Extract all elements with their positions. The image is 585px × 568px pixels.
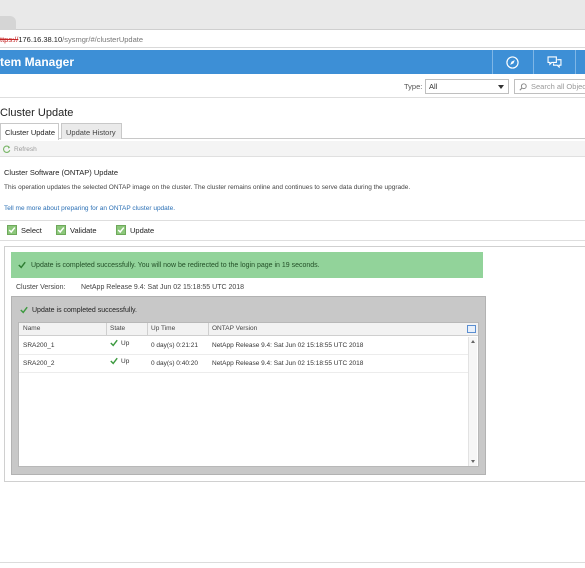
chat-icon [546, 56, 562, 68]
nodes-table: Name State Up Time ONTAP Version SRA200_… [18, 322, 479, 467]
inner-status: Update is completed successfully. [20, 306, 137, 314]
url-path: /sysmgr/#/clusterUpdate [62, 35, 144, 44]
success-message: Update is completed successfully. You wi… [31, 261, 320, 269]
cluster-version-value: NetApp Release 9.4: Sat Jun 02 15:18:55 … [81, 284, 245, 291]
step-update: Update [116, 225, 154, 235]
node-state-label: Up [121, 357, 130, 365]
node-uptime: 0 day(s) 0:21:21 [151, 342, 198, 349]
tab-update-history[interactable]: Update History [61, 123, 122, 139]
action-bar: Refresh [0, 141, 585, 157]
type-select[interactable]: All [425, 79, 509, 94]
chevron-down-icon [498, 85, 504, 89]
step-label: Select [21, 225, 42, 235]
scroll-up-icon[interactable] [471, 340, 475, 343]
step-label: Validate [70, 225, 97, 235]
refresh-icon [3, 145, 11, 153]
browser-top-bar [0, 0, 585, 30]
column-picker-icon[interactable] [467, 325, 476, 333]
success-banner: Update is completed successfully. You wi… [11, 252, 483, 278]
address-bar[interactable]: ttps://176.16.38.10/sysmgr/#/clusterUpda… [0, 30, 585, 48]
tab-bar: Cluster Update Update History [0, 123, 585, 140]
step-label: Update [130, 225, 155, 235]
check-icon [7, 225, 17, 235]
section-title: Cluster Software (ONTAP) Update [4, 168, 119, 177]
app-title: tem Manager [0, 55, 75, 69]
checkmark-icon [110, 357, 118, 365]
search-input[interactable]: Search all Objects [514, 79, 585, 94]
browser-tab[interactable] [0, 16, 16, 30]
step-select: Select [7, 225, 42, 235]
node-state: Up [110, 357, 129, 365]
table-row[interactable]: SRA200_1 Up 0 day(s) 0:21:21 NetApp Rele… [19, 337, 468, 355]
tab-cluster-update[interactable]: Cluster Update [0, 123, 59, 140]
table-header: Name State Up Time ONTAP Version [19, 323, 478, 336]
node-state-label: Up [121, 339, 130, 347]
chat-button[interactable] [533, 50, 574, 74]
table-row[interactable]: SRA200_2 Up 0 day(s) 0:40:20 NetApp Rele… [19, 355, 468, 373]
learn-more-link[interactable]: Tell me more about preparing for an ONTA… [4, 205, 175, 212]
node-name: SRA200_2 [23, 360, 55, 367]
toolbar: Type: All Search all Objects [0, 74, 585, 98]
search-placeholder: Search all Objects [531, 82, 585, 91]
checkmark-icon [20, 306, 28, 314]
node-ontap-version: NetApp Release 9.4: Sat Jun 02 15:18:55 … [212, 342, 364, 349]
refresh-button[interactable]: Refresh [3, 145, 37, 153]
page-footer-divider [0, 562, 585, 563]
section-description: This operation updates the selected ONTA… [4, 184, 411, 191]
wizard-steps: Select Validate Update [0, 220, 585, 241]
check-icon [56, 225, 66, 235]
checkmark-icon [110, 339, 118, 347]
url-text[interactable]: ttps://176.16.38.10/sysmgr/#/clusterUpda… [0, 35, 143, 44]
checkmark-icon [18, 261, 26, 269]
type-select-value: All [429, 82, 438, 91]
page-title: Cluster Update [0, 107, 74, 119]
node-name: SRA200_1 [23, 342, 55, 349]
url-protocol: ttps:// [0, 35, 19, 44]
column-header-name[interactable]: Name [23, 325, 40, 332]
inner-status-message: Update is completed successfully. [32, 306, 137, 314]
type-label: Type: [404, 82, 423, 91]
search-icon [519, 83, 527, 91]
scroll-down-icon[interactable] [471, 460, 475, 463]
node-state: Up [110, 339, 129, 347]
node-ontap-version: NetApp Release 9.4: Sat Jun 02 15:18:55 … [212, 360, 364, 367]
column-header-uptime[interactable]: Up Time [151, 325, 175, 332]
check-icon [116, 225, 126, 235]
header-overflow-button[interactable] [575, 50, 585, 74]
node-uptime: 0 day(s) 0:40:20 [151, 360, 198, 367]
app-header: tem Manager [0, 50, 585, 74]
compass-button[interactable] [492, 50, 532, 74]
url-host: 176.16.38.10 [18, 35, 63, 44]
column-header-ontap-version[interactable]: ONTAP Version [212, 325, 257, 332]
cluster-version-label: Cluster Version: [16, 284, 66, 291]
compass-icon [506, 55, 519, 69]
table-scrollbar[interactable] [468, 337, 477, 466]
step-validate: Validate [56, 225, 97, 235]
refresh-label: Refresh [14, 145, 37, 153]
column-header-state[interactable]: State [110, 325, 125, 332]
